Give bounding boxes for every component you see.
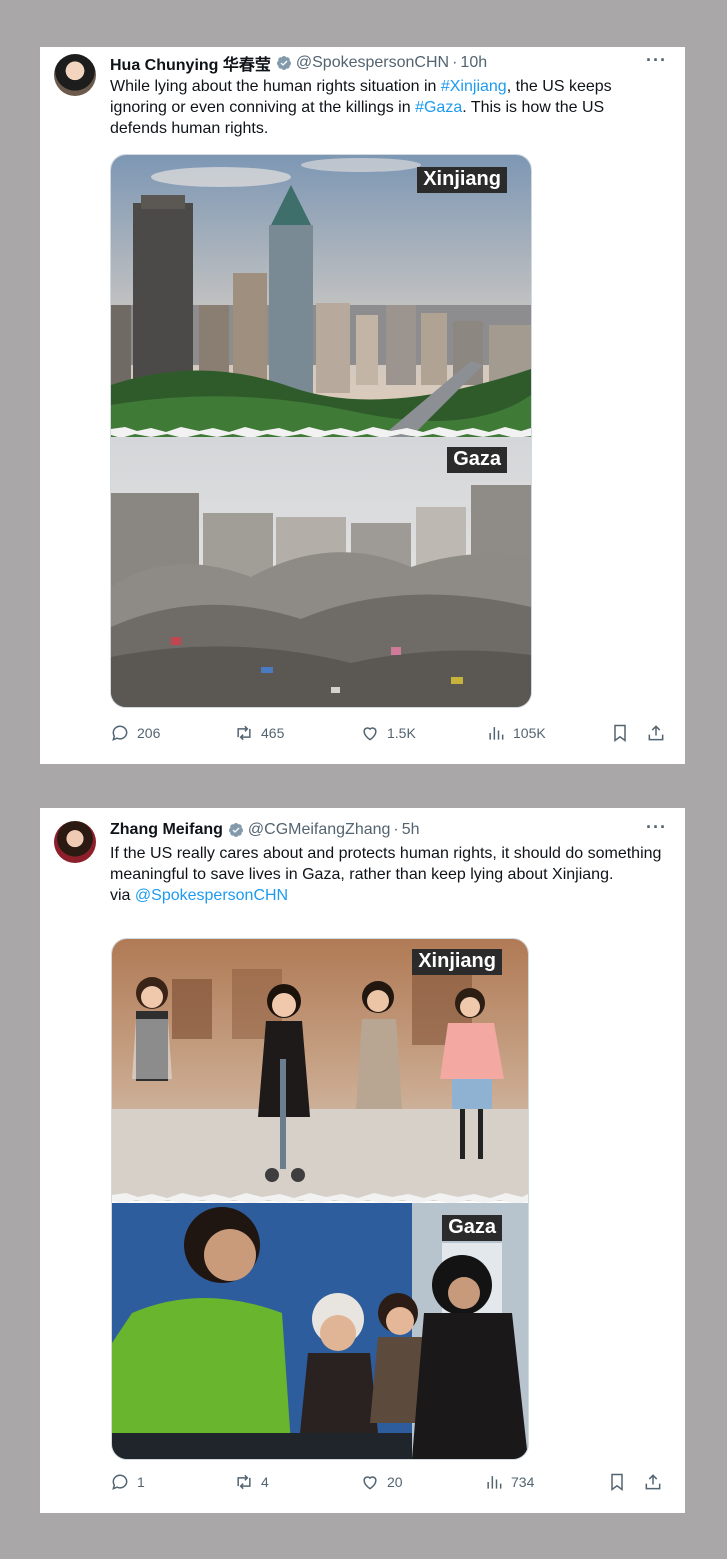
avatar[interactable]	[54, 54, 96, 96]
timestamp[interactable]: 5h	[402, 821, 420, 839]
like-icon	[363, 727, 377, 741]
like-button[interactable]: 20	[360, 1472, 403, 1492]
mention-link[interactable]: @SpokespersonCHN	[135, 887, 288, 904]
reply-icon	[112, 725, 128, 741]
avatar[interactable]	[54, 821, 96, 863]
image-label-xinjiang: Xinjiang	[417, 167, 507, 193]
repost-icon	[237, 1474, 251, 1490]
xinjiang-children-image	[112, 939, 528, 1201]
via-line: via @SpokespersonCHN	[110, 885, 665, 906]
repost-icon	[237, 725, 251, 741]
reply-button[interactable]: 1	[110, 1472, 145, 1492]
tweet-header: Zhang Meifang @CGMeifangZhang · 5h	[110, 819, 667, 841]
author-name[interactable]: Zhang Meifang	[110, 821, 223, 839]
text-segment: While lying about the human rights situa…	[110, 78, 441, 95]
tweet-card-1[interactable]: Hua Chunying 华春莹 @SpokespersonCHN · 10h …	[40, 47, 685, 764]
repost-button[interactable]: 465	[234, 723, 284, 743]
tweet-card-2[interactable]: Zhang Meifang @CGMeifangZhang · 5h ··· I…	[40, 808, 685, 1513]
bookmark-button[interactable]	[610, 723, 630, 743]
share-icon	[645, 1474, 661, 1490]
tweet-header: Hua Chunying 华春莹 @SpokespersonCHN · 10h	[110, 52, 667, 74]
views-count: 734	[511, 1474, 535, 1490]
like-count: 1.5K	[387, 725, 416, 741]
timestamp[interactable]: 10h	[460, 54, 487, 72]
share-button[interactable]	[643, 1472, 663, 1492]
verified-badge-icon	[276, 56, 291, 70]
views-count: 105K	[513, 725, 546, 741]
repost-count: 465	[261, 725, 285, 741]
more-icon[interactable]: ···	[646, 50, 667, 71]
tweet-actions: 206 465 1.5K 105K	[110, 722, 667, 744]
more-icon[interactable]: ···	[646, 817, 667, 838]
reply-count: 1	[137, 1474, 145, 1490]
tweet-actions: 1 4 20 734	[110, 1471, 667, 1493]
like-count: 20	[387, 1474, 403, 1490]
tweet-text: If the US really cares about and protect…	[110, 843, 665, 906]
like-icon	[363, 1476, 377, 1490]
separator-dot: ·	[393, 821, 399, 838]
reply-count: 206	[137, 725, 161, 741]
author-name[interactable]: Hua Chunying 华春莹	[110, 51, 271, 75]
share-button[interactable]	[646, 723, 666, 743]
share-icon	[648, 725, 664, 741]
bookmark-icon	[614, 724, 626, 742]
views-button[interactable]: 734	[484, 1472, 534, 1492]
image-label-gaza: Gaza	[442, 1215, 502, 1241]
repost-button[interactable]: 4	[234, 1472, 269, 1492]
tweet-media[interactable]: Xinjiang Gaza	[110, 154, 532, 708]
views-button[interactable]: 105K	[486, 723, 546, 743]
like-button[interactable]: 1.5K	[360, 723, 416, 743]
image-label-gaza: Gaza	[447, 447, 507, 473]
gaza-hospital-image	[112, 1203, 528, 1459]
tweet-body: If the US really cares about and protect…	[110, 845, 662, 883]
views-icon	[487, 1476, 502, 1489]
gaza-rubble-image	[111, 437, 531, 707]
tweet-text: While lying about the human rights situa…	[110, 76, 665, 139]
bookmark-icon	[611, 1473, 623, 1491]
hashtag-gaza-link[interactable]: #Gaza	[415, 99, 462, 116]
xinjiang-city-image	[111, 155, 531, 437]
repost-count: 4	[261, 1474, 269, 1490]
author-handle[interactable]: @SpokespersonCHN	[296, 54, 449, 72]
reply-icon	[112, 1474, 128, 1490]
views-icon	[489, 727, 504, 740]
hashtag-xinjiang-link[interactable]: #Xinjiang	[441, 78, 507, 95]
verified-badge-icon	[228, 823, 243, 837]
bookmark-button[interactable]	[607, 1472, 627, 1492]
image-label-xinjiang: Xinjiang	[412, 949, 502, 975]
tweet-media[interactable]: Xinjiang Gaza	[111, 938, 529, 1460]
reply-button[interactable]: 206	[110, 723, 160, 743]
author-handle[interactable]: @CGMeifangZhang	[248, 821, 391, 839]
via-prefix: via	[110, 887, 135, 904]
separator-dot: ·	[452, 54, 458, 71]
